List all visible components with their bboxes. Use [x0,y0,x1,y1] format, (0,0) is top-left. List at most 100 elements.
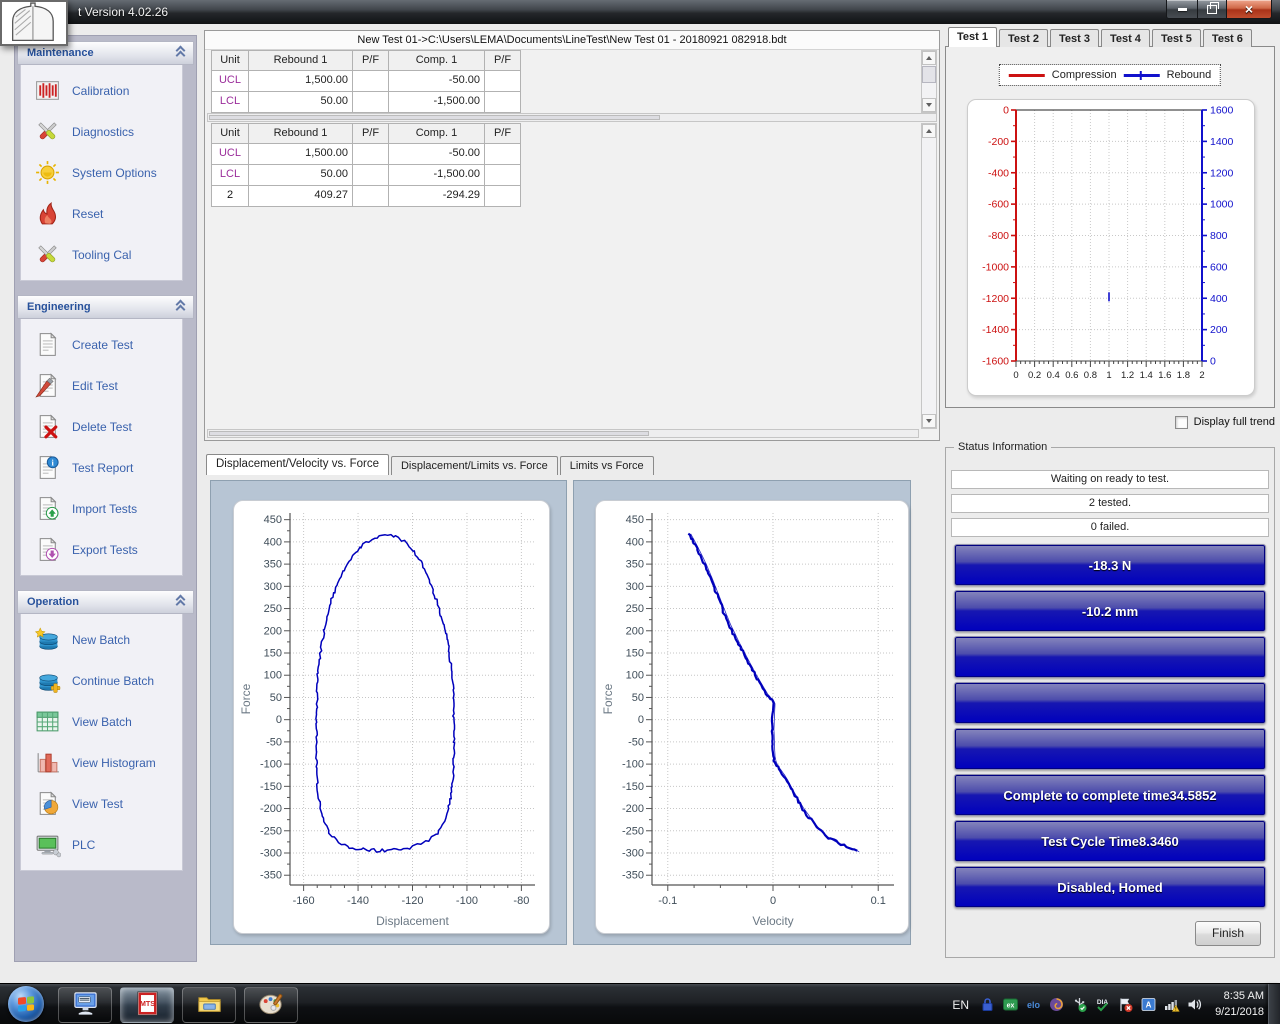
test-tab-strip: Test 1Test 2Test 3Test 4Test 5Test 6 [948,27,1254,47]
taskbar-app-mts[interactable]: MTS [120,987,174,1023]
taskbar-app-paint[interactable] [244,987,298,1023]
reset-icon [34,200,61,227]
sidebar-item-view-test[interactable]: View Test [21,783,182,824]
table-cell [485,186,521,207]
svg-text:-600: -600 [988,199,1009,211]
scrollbar-thumb[interactable] [922,66,936,83]
column-header: P/F [485,123,521,144]
results-table-scrollbar[interactable] [921,123,937,429]
graph-tab-limits-vs-force[interactable]: Limits vs Force [560,456,654,475]
svg-text:0: 0 [1003,105,1009,117]
tab-test-1[interactable]: Test 1 [948,27,997,47]
elo-icon[interactable]: elo [1025,996,1042,1013]
volume-icon[interactable] [1186,996,1203,1013]
ime-icon[interactable]: A [1140,996,1157,1013]
limits-table: UnitRebound 1P/FComp. 1P/FUCL1,500.00-50… [211,50,521,113]
network-icon[interactable]: ! [1163,996,1180,1013]
scrollbar-thumb[interactable] [209,431,649,436]
swirl-icon[interactable] [1048,996,1065,1013]
language-indicator[interactable]: EN [952,998,969,1012]
delete-test-icon [34,413,61,440]
sidebar-item-view-histogram[interactable]: View Histogram [21,742,182,783]
ex-icon[interactable]: ex [1002,996,1019,1013]
sidebar-item-import-tests[interactable]: Import Tests [21,488,182,529]
sidebar-header-engineering[interactable]: Engineering [17,295,194,319]
plc-icon [34,831,61,858]
lock-icon[interactable] [979,996,996,1013]
svg-text:0.1: 0.1 [871,895,886,907]
scroll-down-icon[interactable] [922,414,936,428]
tab-test-5[interactable]: Test 5 [1152,29,1201,47]
sidebar-section-label: Maintenance [27,47,94,59]
sidebar-item-create-test[interactable]: Create Test [21,324,182,365]
sidebar-header-operation[interactable]: Operation [17,590,194,614]
svg-text:400: 400 [626,536,644,548]
scroll-down-icon[interactable] [922,98,936,112]
tab-test-2[interactable]: Test 2 [999,29,1048,47]
display-full-trend-checkbox[interactable] [1175,416,1188,429]
scroll-up-icon[interactable] [922,51,936,65]
svg-text:1000: 1000 [1210,199,1234,211]
svg-text:-80: -80 [513,895,529,907]
restore-button[interactable] [1198,0,1226,19]
sidebar-item-export-tests[interactable]: Export Tests [21,529,182,570]
sidebar-item-label: Import Tests [72,502,137,516]
table-cell: -50.00 [389,144,485,165]
sidebar-item-continue-batch[interactable]: Continue Batch [21,660,182,701]
sidebar-item-label: Reset [72,207,103,221]
calibration-icon [34,77,61,104]
graph-tab-displacement-limits-vs-force[interactable]: Displacement/Limits vs. Force [391,456,558,475]
sidebar-item-delete-test[interactable]: Delete Test [21,406,182,447]
trend-panel: Compression Rebound 0-200-400-600-800-10… [945,46,1275,408]
windows-flag-icon [18,996,34,1011]
results-table-hscrollbar[interactable] [207,429,919,438]
sidebar-item-calibration[interactable]: Calibration [21,70,182,111]
velocity-force-chart-panel: -350-300-250-200-150-100-500501001502002… [573,480,911,945]
scroll-up-icon[interactable] [922,124,936,138]
table-cell: 2 [211,186,249,207]
svg-text:-100: -100 [260,759,282,771]
sidebar-item-system-options[interactable]: System Options [21,152,182,193]
limits-table-scrollbar[interactable] [921,50,937,113]
tab-test-4[interactable]: Test 4 [1101,29,1150,47]
table-header-row: UnitRebound 1P/FComp. 1P/F [211,123,521,144]
titlebar: t Version 4.02.26 × [0,0,1280,24]
usb-icon[interactable] [1071,996,1088,1013]
sidebar-item-edit-test[interactable]: Edit Test [21,365,182,406]
minimize-button[interactable] [1166,0,1198,19]
limits-table-hscrollbar[interactable] [207,113,937,122]
svg-text:-140: -140 [347,895,369,907]
flag-icon[interactable] [1117,996,1134,1013]
svg-text:-250: -250 [260,825,282,837]
table-row: 2409.27-294.29 [211,186,521,207]
taskbar-app-explorer[interactable] [182,987,236,1023]
dia-icon[interactable]: DIA [1094,996,1111,1013]
tab-test-3[interactable]: Test 3 [1050,29,1099,47]
svg-text:200: 200 [1210,324,1228,336]
sidebar-item-reset[interactable]: Reset [21,193,182,234]
table-cell [485,165,521,186]
sidebar-item-diagnostics[interactable]: Diagnostics [21,111,182,152]
clock[interactable]: 8:35 AM 9/21/2018 [1215,989,1264,1020]
sidebar-item-view-batch[interactable]: View Batch [21,701,182,742]
sidebar-item-test-report[interactable]: iTest Report [21,447,182,488]
sidebar: Maintenance CalibrationDiagnosticsSystem … [14,35,197,962]
status-group-label: Status Information [954,441,1051,453]
graph-tab-displacement-velocity-vs-force[interactable]: Displacement/Velocity vs. Force [206,454,389,475]
finish-button[interactable]: Finish [1195,921,1261,946]
svg-text:600: 600 [1210,261,1228,273]
svg-text:-150: -150 [260,781,282,793]
sidebar-item-label: Tooling Cal [72,248,131,262]
sidebar-item-plc[interactable]: PLC [21,824,182,865]
system-tray: EN exelo DIA A! 8:35 AM 9/21/2018 [952,984,1264,1024]
close-button[interactable]: × [1226,0,1272,19]
taskbar-app-remote-desktop[interactable] [58,987,112,1023]
tab-test-6[interactable]: Test 6 [1203,29,1252,47]
sidebar-item-tooling-cal[interactable]: Tooling Cal [21,234,182,275]
svg-text:-120: -120 [401,895,423,907]
scrollbar-thumb[interactable] [209,115,660,120]
start-button[interactable] [8,986,44,1022]
remote-desktop-icon [71,989,100,1021]
sidebar-item-new-batch[interactable]: New Batch [21,619,182,660]
show-desktop-button[interactable] [1268,984,1280,1024]
